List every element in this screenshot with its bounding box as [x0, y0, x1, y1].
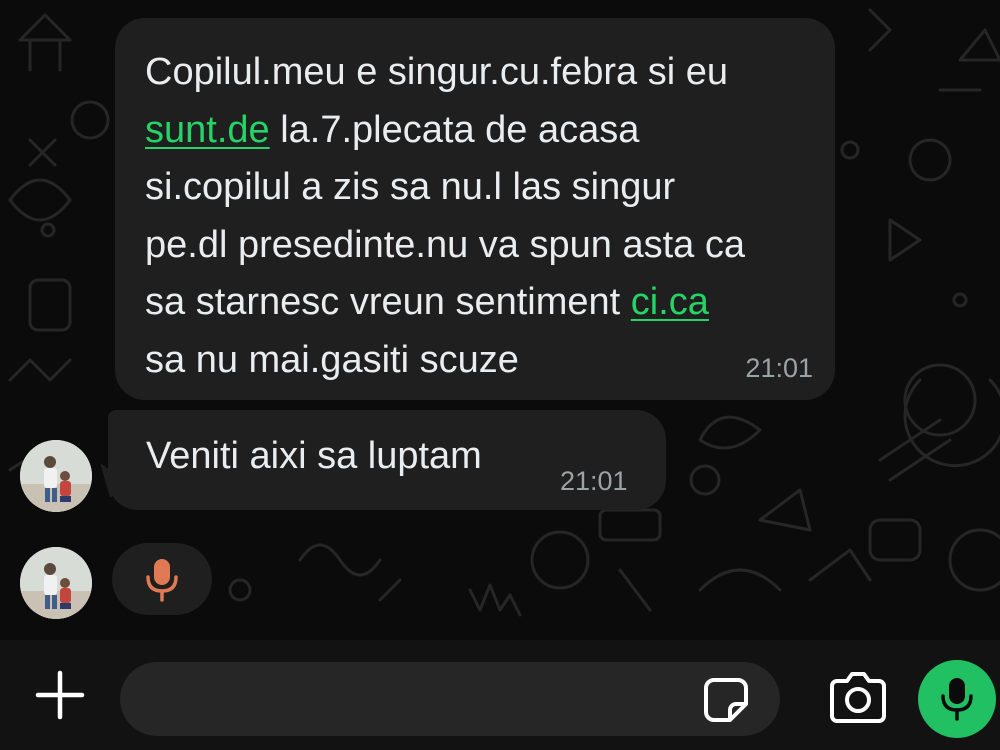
message-line: sunt.de la.7.plecata de acasa — [145, 102, 805, 160]
chat-message-list[interactable]: Copilul.meu e singur.cu.febra si eu sunt… — [0, 0, 1000, 640]
sender-avatar[interactable] — [20, 547, 92, 619]
message-timestamp: 21:01 — [560, 466, 628, 496]
message-text: Copilul.meu e singur.cu.febra si eu — [145, 51, 728, 93]
camera-icon — [830, 672, 886, 723]
sender-avatar[interactable] — [20, 440, 92, 512]
microphone-icon — [146, 559, 178, 602]
avatar-photo — [20, 440, 92, 512]
message-line: sa starnesc vreun sentiment ci.ca — [145, 274, 805, 332]
sticker-icon — [704, 678, 748, 722]
attach-button[interactable] — [30, 665, 90, 725]
message-text: sa nu mai.gasiti scuze — [145, 338, 519, 381]
message-text: Veniti aixi sa luptam — [146, 435, 482, 477]
recording-audio-indicator — [112, 543, 212, 615]
message-text: la.7.plecata de acasa — [269, 108, 640, 151]
avatar-photo — [20, 547, 92, 619]
message-line: sa nu mai.gasiti scuze — [145, 332, 805, 390]
message-text: sa starnesc vreun sentiment — [145, 281, 631, 323]
message-line: si.copilul a zis sa nu.l las singur — [145, 159, 805, 217]
microphone-icon — [941, 678, 973, 721]
message-link[interactable]: ci.ca — [631, 281, 709, 323]
message-bubble[interactable]: Veniti aixi sa luptam 21:01 — [108, 410, 666, 510]
message-input[interactable] — [120, 662, 780, 736]
sticker-button[interactable] — [700, 674, 752, 726]
voice-message-button[interactable] — [918, 660, 996, 738]
message-line: pe.dl presedinte.nu va spun asta ca — [145, 217, 805, 275]
message-text: si.copilul a zis sa nu.l las singur — [145, 166, 676, 208]
camera-button[interactable] — [826, 670, 890, 726]
message-link[interactable]: sunt.de — [145, 109, 270, 151]
message-line: Copilul.meu e singur.cu.febra si eu — [145, 44, 805, 102]
plus-icon — [35, 670, 85, 720]
message-bubble[interactable]: Copilul.meu e singur.cu.febra si eu sunt… — [115, 18, 835, 400]
message-timestamp: 21:01 — [745, 353, 813, 383]
message-text: pe.dl presedinte.nu va spun asta ca — [145, 223, 745, 266]
